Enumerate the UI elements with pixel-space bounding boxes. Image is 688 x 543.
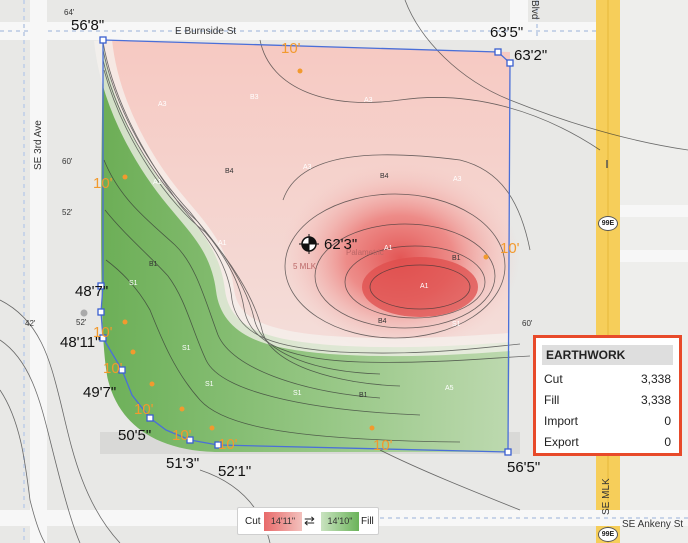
elevation-label-w1: 48'7" (75, 283, 109, 300)
offset-label: 10' (500, 240, 520, 257)
zone-label: B3 (250, 94, 259, 101)
swap-arrows-icon[interactable]: ⇄ (304, 513, 315, 529)
zone-label: A1 (420, 283, 429, 290)
street-label-ankeny: SE Ankeny St (622, 519, 684, 530)
zone-label: A1 (218, 240, 227, 247)
zone-label: S1 (293, 390, 302, 397)
earthwork-title: EARTHWORK (542, 345, 673, 365)
earthwork-export-value: 0 (664, 435, 671, 449)
highway-shield-icon: 99E (598, 527, 618, 542)
3rd-ave-street (30, 0, 47, 543)
zone-label: A1 (153, 179, 162, 186)
legend-cut-label: Cut (245, 516, 261, 527)
earthwork-row-import: Import 0 (536, 411, 679, 432)
center-marker-sublabel: 5 MLK (293, 262, 317, 271)
earthwork-export-label: Export (544, 435, 579, 449)
earthwork-row-fill: Fill 3,338 (536, 390, 679, 411)
street-label-3rd-ave: SE 3rd Ave (33, 120, 44, 170)
offset-label: 10' (373, 437, 393, 454)
highway-shield-icon: 99E (598, 216, 618, 231)
zone-label: A3 (303, 164, 312, 171)
zone-label: S1 (205, 381, 214, 388)
earthwork-fill-value: 3,338 (640, 393, 671, 407)
contour-label: 60' (62, 157, 73, 166)
street-label-blvd: Blvd (529, 0, 540, 20)
earthwork-import-value: 0 (664, 414, 671, 428)
zone-label: B1 (359, 392, 368, 399)
zone-label: B4 (225, 168, 234, 175)
zone-label: A3 (364, 97, 373, 104)
zone-label: B4 (380, 173, 389, 180)
zone-label: A5 (445, 385, 454, 392)
elevation-label-sw1: 49'7" (83, 384, 117, 401)
contour-label: 60' (522, 319, 533, 328)
legend-fill-label: Fill (361, 516, 374, 527)
earthwork-panel: EARTHWORK Cut 3,338 Fill 3,338 Import 0 … (533, 335, 682, 456)
offset-label: 10' (93, 324, 113, 341)
elevation-label-s2: 52'1" (218, 463, 252, 480)
zone-label: A1 (384, 245, 393, 252)
zone-label: B1 (452, 255, 461, 262)
elevation-label-ne2: 63'2" (514, 47, 548, 64)
site-map[interactable] (0, 0, 688, 543)
legend-cut-swatch: 14'11" (264, 512, 302, 531)
contour-label: 42' (25, 319, 36, 328)
offset-label: 10' (134, 401, 154, 418)
earthwork-cut-value: 3,338 (640, 372, 671, 386)
earthwork-cut-label: Cut (544, 372, 563, 386)
zone-label: B4 (378, 318, 387, 325)
elevation-label-ne1: 63'5" (490, 24, 524, 41)
zone-label: S1 (182, 345, 191, 352)
center-marker-label: Palametric (346, 248, 384, 257)
zone-label: S1 (452, 321, 461, 328)
legend-fill-swatch: 14'10" (321, 512, 359, 531)
contour-label: 64' (64, 8, 75, 17)
cut-fill-legend[interactable]: Cut 14'11" ⇄ 14'10" Fill (237, 507, 379, 535)
elevation-label-nw: 56'8" (71, 17, 105, 34)
offset-label: 10' (218, 436, 238, 453)
offset-label: 10' (103, 360, 123, 377)
offset-label: 10' (281, 40, 301, 57)
elevation-label-s1: 51'3" (166, 455, 200, 472)
elevation-label-sw2: 50'5" (118, 427, 152, 444)
earthwork-fill-label: Fill (544, 393, 560, 407)
contour-label: 52' (76, 318, 87, 327)
zone-label: B1 (149, 261, 158, 268)
elevation-label-se: 56'5" (507, 459, 541, 476)
zone-label: S1 (129, 280, 138, 287)
offset-label: 10' (172, 427, 192, 444)
street-label-mlk: SE MLK (601, 478, 612, 515)
offset-label: 10' (93, 175, 113, 192)
zone-label: A3 (453, 176, 462, 183)
street-label-burnside: E Burnside St (175, 26, 237, 37)
earthwork-row-export: Export 0 (536, 432, 679, 453)
zone-label: A3 (158, 101, 167, 108)
earthwork-import-label: Import (544, 414, 579, 428)
earthwork-row-cut: Cut 3,338 (536, 369, 679, 390)
contour-label: 52' (62, 208, 73, 217)
